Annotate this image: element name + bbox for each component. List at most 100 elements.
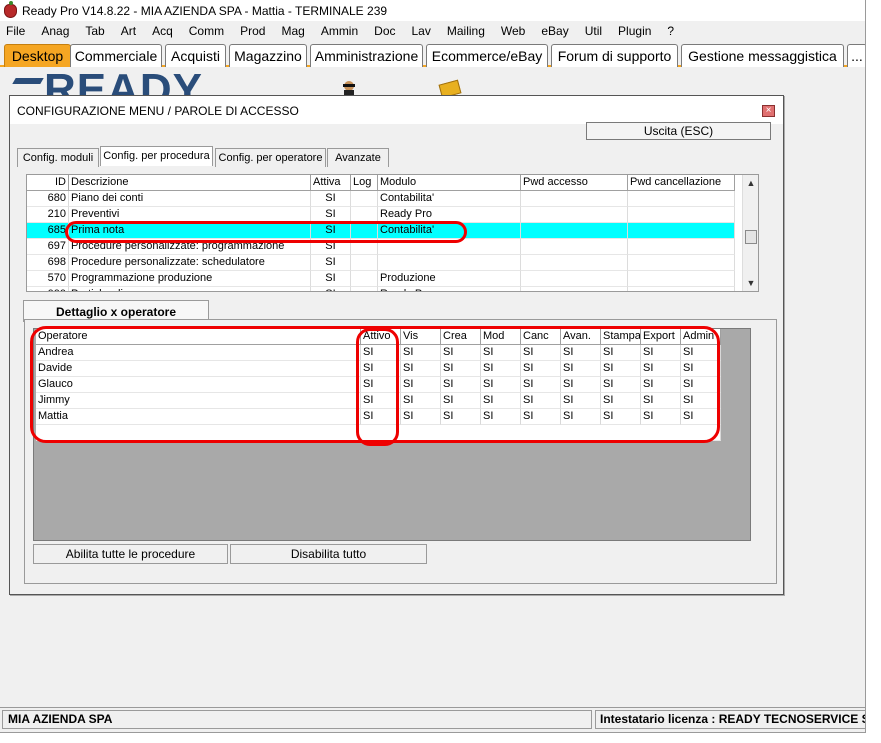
table-cell[interactable]: SI bbox=[401, 393, 441, 409]
menu-item-plugin[interactable]: Plugin bbox=[610, 22, 659, 41]
table-cell[interactable]: SI bbox=[481, 345, 521, 361]
menu-item-ebay[interactable]: eBay bbox=[533, 22, 576, 41]
menu-item-comm[interactable]: Comm bbox=[181, 22, 232, 41]
col-header-attiva[interactable]: Attiva bbox=[311, 175, 351, 191]
table-cell[interactable]: SI bbox=[601, 393, 641, 409]
table-cell[interactable]: SI bbox=[521, 377, 561, 393]
table-cell[interactable]: SI bbox=[601, 377, 641, 393]
menu-item-web[interactable]: Web bbox=[493, 22, 533, 41]
table-cell[interactable]: SI bbox=[561, 361, 601, 377]
col-header-stampa[interactable]: Stampa bbox=[601, 329, 641, 345]
table-cell[interactable]: SI bbox=[401, 377, 441, 393]
table-cell[interactable]: SI bbox=[361, 377, 401, 393]
table-cell[interactable]: SI bbox=[681, 361, 721, 377]
operators-grid[interactable]: Operatore Attivo Vis Crea Mod Canc Avan. Stampa… bbox=[33, 328, 751, 541]
table-cell[interactable]: SI bbox=[361, 361, 401, 377]
tab-more[interactable]: ... bbox=[847, 44, 865, 67]
menu-item-tab[interactable]: Tab bbox=[77, 22, 112, 41]
tab-ecommerce-ebay[interactable]: Ecommerce/eBay bbox=[426, 44, 548, 67]
tab-config-per-procedura[interactable]: Config. per procedura bbox=[100, 146, 213, 166]
procedures-grid[interactable]: ▲ ▼ ID Descrizione Attiva Log Modulo Pwd acce… bbox=[26, 174, 759, 292]
table-cell[interactable]: SI bbox=[521, 345, 561, 361]
table-cell[interactable]: SI bbox=[441, 361, 481, 377]
col-header-attivo[interactable]: Attivo bbox=[361, 329, 401, 345]
tab-commerciale[interactable]: Commerciale bbox=[70, 44, 162, 67]
col-header-pwd-accesso[interactable]: Pwd accesso bbox=[521, 175, 628, 191]
table-cell[interactable]: SI bbox=[481, 377, 521, 393]
menu-item-mailing[interactable]: Mailing bbox=[439, 22, 493, 41]
tab-magazzino[interactable]: Magazzino bbox=[229, 44, 307, 67]
table-cell[interactable]: SI bbox=[521, 409, 561, 425]
table-cell[interactable]: SI bbox=[681, 345, 721, 361]
table-cell[interactable]: SI bbox=[361, 393, 401, 409]
menu-item-art[interactable]: Art bbox=[113, 22, 144, 41]
table-cell[interactable]: SI bbox=[641, 377, 681, 393]
operator-avatar-icon[interactable] bbox=[340, 80, 358, 96]
table-cell[interactable]: SI bbox=[481, 409, 521, 425]
menu-item-anag[interactable]: Anag bbox=[33, 22, 77, 41]
col-header-vis[interactable]: Vis bbox=[401, 329, 441, 345]
tab-desktop[interactable]: Desktop bbox=[4, 44, 71, 67]
exit-button[interactable]: Uscita (ESC) bbox=[586, 122, 771, 140]
col-header-id[interactable]: ID bbox=[27, 175, 69, 191]
scroll-up-icon[interactable]: ▲ bbox=[743, 175, 758, 191]
col-header-admin[interactable]: Admin bbox=[681, 329, 721, 345]
tab-forum-di-supporto[interactable]: Forum di supporto bbox=[551, 44, 678, 67]
table-cell[interactable]: SI bbox=[441, 393, 481, 409]
col-header-mod[interactable]: Mod bbox=[481, 329, 521, 345]
table-cell[interactable]: SI bbox=[361, 409, 401, 425]
tab-config-per-operatore[interactable]: Config. per operatore bbox=[215, 148, 326, 167]
table-cell[interactable]: SI bbox=[521, 361, 561, 377]
tab-acquisti[interactable]: Acquisti bbox=[165, 44, 226, 67]
tab-gestione-messaggistica[interactable]: Gestione messaggistica bbox=[681, 44, 844, 67]
menu-item-lav[interactable]: Lav bbox=[404, 22, 439, 41]
table-cell[interactable]: SI bbox=[401, 409, 441, 425]
close-icon[interactable]: × bbox=[762, 105, 775, 117]
menu-item-prod[interactable]: Prod bbox=[232, 22, 273, 41]
menu-item-file[interactable]: File bbox=[0, 22, 33, 41]
table-cell[interactable]: SI bbox=[561, 409, 601, 425]
tab-config-moduli[interactable]: Config. moduli bbox=[17, 148, 99, 167]
table-cell[interactable]: SI bbox=[641, 393, 681, 409]
table-cell[interactable]: SI bbox=[641, 409, 681, 425]
col-header-export[interactable]: Export bbox=[641, 329, 681, 345]
table-cell[interactable]: SI bbox=[561, 377, 601, 393]
tab-avanzate[interactable]: Avanzate bbox=[327, 148, 389, 167]
col-header-descrizione[interactable]: Descrizione bbox=[69, 175, 311, 191]
table-cell[interactable]: SI bbox=[601, 361, 641, 377]
table-cell[interactable]: SI bbox=[681, 377, 721, 393]
table-cell[interactable]: SI bbox=[521, 393, 561, 409]
col-header-modulo[interactable]: Modulo bbox=[378, 175, 521, 191]
table-cell[interactable]: SI bbox=[481, 361, 521, 377]
enable-all-button[interactable]: Abilita tutte le procedure bbox=[33, 544, 228, 564]
disable-all-button[interactable]: Disabilita tutto bbox=[230, 544, 427, 564]
menu-item-mag[interactable]: Mag bbox=[273, 22, 312, 41]
menu-item-doc[interactable]: Doc bbox=[366, 22, 403, 41]
procedures-scrollbar[interactable]: ▲ ▼ bbox=[742, 175, 758, 291]
table-cell[interactable]: SI bbox=[681, 393, 721, 409]
table-cell[interactable]: SI bbox=[441, 409, 481, 425]
table-cell[interactable]: SI bbox=[441, 377, 481, 393]
menu-item-util[interactable]: Util bbox=[577, 22, 610, 41]
menu-item-ammin[interactable]: Ammin bbox=[313, 22, 366, 41]
table-cell[interactable]: SI bbox=[641, 345, 681, 361]
col-header-pwd-cancellazione[interactable]: Pwd cancellazione bbox=[628, 175, 735, 191]
table-cell[interactable]: SI bbox=[561, 393, 601, 409]
col-header-operatore[interactable]: Operatore bbox=[36, 329, 361, 345]
table-cell[interactable]: SI bbox=[561, 345, 601, 361]
tab-amministrazione[interactable]: Amministrazione bbox=[310, 44, 423, 67]
table-cell[interactable]: SI bbox=[481, 393, 521, 409]
table-cell[interactable]: SI bbox=[601, 345, 641, 361]
table-cell[interactable]: SI bbox=[401, 345, 441, 361]
table-cell[interactable]: SI bbox=[441, 345, 481, 361]
table-cell[interactable]: SI bbox=[401, 361, 441, 377]
col-header-crea[interactable]: Crea bbox=[441, 329, 481, 345]
table-cell[interactable]: SI bbox=[681, 409, 721, 425]
col-header-canc[interactable]: Canc bbox=[521, 329, 561, 345]
table-cell[interactable]: SI bbox=[601, 409, 641, 425]
scroll-down-icon[interactable]: ▼ bbox=[743, 275, 758, 291]
table-cell[interactable]: SI bbox=[361, 345, 401, 361]
col-header-avan[interactable]: Avan. bbox=[561, 329, 601, 345]
menu-item-acq[interactable]: Acq bbox=[144, 22, 181, 41]
col-header-log[interactable]: Log bbox=[351, 175, 378, 191]
